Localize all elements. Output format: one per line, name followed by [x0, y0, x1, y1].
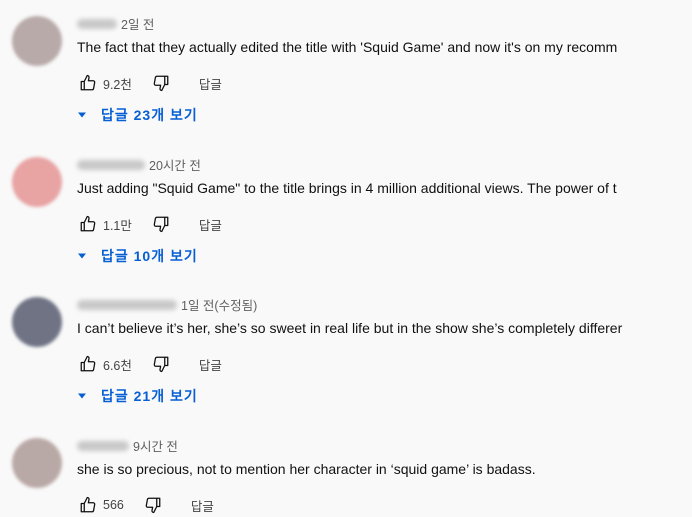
- comment-actions: 566 답글: [77, 494, 214, 516]
- comment-meta: 9시간 전: [77, 436, 178, 455]
- view-replies-button[interactable]: 답글 23개 보기: [77, 105, 198, 125]
- comment-text: The fact that they actually edited the t…: [77, 39, 618, 55]
- thumbs-up-icon[interactable]: [77, 72, 99, 94]
- comment-meta: 2일 전: [77, 14, 154, 33]
- view-replies-label: 답글 10개 보기: [101, 248, 198, 264]
- caret-down-icon: [77, 391, 87, 401]
- like-count: 9.2천: [103, 77, 132, 92]
- avatar[interactable]: [12, 16, 62, 66]
- author-name[interactable]: [77, 440, 129, 451]
- comment-text: she is so precious, not to mention her c…: [77, 461, 536, 477]
- comment-timestamp[interactable]: 2일 전: [121, 14, 154, 33]
- reply-button[interactable]: 답글: [191, 496, 214, 515]
- comment-actions: 1.1만 답글: [77, 213, 222, 235]
- thumbs-down-icon[interactable]: [150, 72, 172, 94]
- author-name[interactable]: [77, 299, 177, 310]
- caret-down-icon: [77, 110, 87, 120]
- comment-text: I can’t believe it’s her, she’s so sweet…: [77, 320, 623, 336]
- thumbs-up-icon[interactable]: [77, 213, 99, 235]
- view-replies-label: 답글 21개 보기: [101, 388, 198, 404]
- view-replies-label: 답글 23개 보기: [101, 107, 198, 123]
- like-count: 1.1만: [103, 218, 132, 233]
- avatar[interactable]: [12, 157, 62, 207]
- comment-text: Just adding "Squid Game" to the title br…: [77, 180, 617, 196]
- comment-actions: 6.6천 답글: [77, 353, 222, 375]
- view-replies-button[interactable]: 답글 21개 보기: [77, 386, 198, 406]
- comment-meta: 1일 전(수정됨): [77, 295, 257, 314]
- thumbs-up-icon[interactable]: [77, 494, 99, 516]
- thumbs-down-icon[interactable]: [142, 494, 164, 516]
- comment-timestamp[interactable]: 20시간 전: [149, 155, 201, 174]
- comment-timestamp[interactable]: 9시간 전: [133, 436, 178, 455]
- like-count: 566: [103, 498, 124, 512]
- caret-down-icon: [77, 251, 87, 261]
- comment-actions: 9.2천 답글: [77, 72, 222, 94]
- author-name[interactable]: [77, 159, 145, 170]
- like-count: 6.6천: [103, 358, 132, 373]
- reply-button[interactable]: 답글: [199, 74, 222, 93]
- reply-button[interactable]: 답글: [199, 355, 222, 374]
- comment-meta: 20시간 전: [77, 155, 201, 174]
- thumbs-down-icon[interactable]: [150, 213, 172, 235]
- reply-button[interactable]: 답글: [199, 215, 222, 234]
- author-name[interactable]: [77, 18, 117, 29]
- thumbs-down-icon[interactable]: [150, 353, 172, 375]
- view-replies-button[interactable]: 답글 10개 보기: [77, 246, 198, 266]
- avatar[interactable]: [12, 297, 62, 347]
- avatar[interactable]: [12, 438, 62, 488]
- thumbs-up-icon[interactable]: [77, 353, 99, 375]
- comment-timestamp[interactable]: 1일 전(수정됨): [181, 295, 257, 314]
